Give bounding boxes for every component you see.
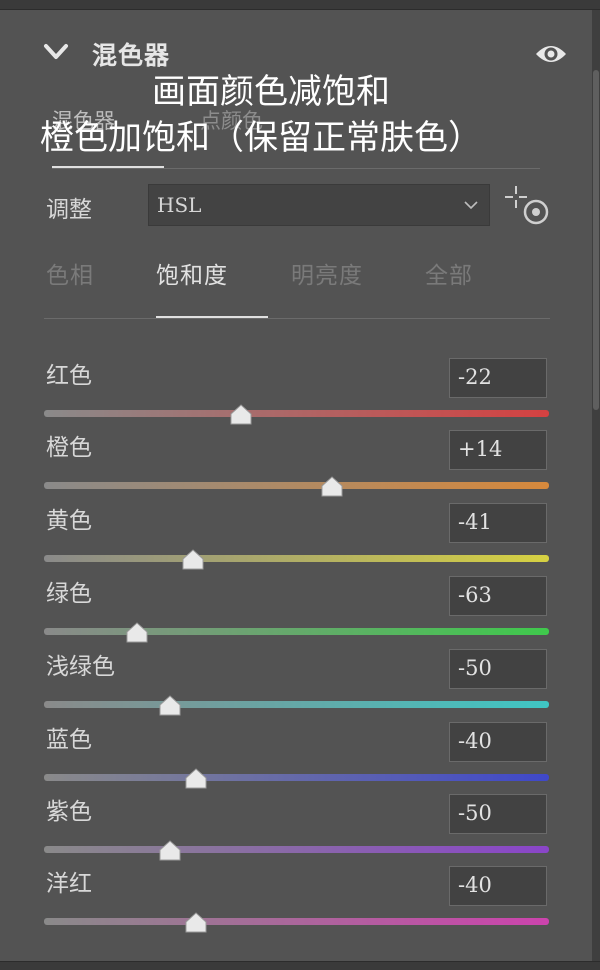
subtab-divider bbox=[44, 318, 550, 319]
tab-divider bbox=[52, 168, 540, 169]
slider-value-text: -41 bbox=[458, 510, 492, 534]
adjust-dropdown-value: HSL bbox=[157, 193, 202, 217]
slider-label: 黄色 bbox=[46, 508, 92, 534]
slider-label: 橙色 bbox=[46, 435, 92, 461]
slider-value-text: -22 bbox=[458, 365, 492, 389]
slider-value-text: -40 bbox=[458, 873, 492, 897]
slider-label: 红色 bbox=[46, 363, 92, 389]
subtab-luminance[interactable]: 明亮度 bbox=[291, 256, 363, 290]
slider-thumb[interactable] bbox=[183, 768, 209, 790]
slider-value-input[interactable]: -63 bbox=[449, 576, 547, 616]
overlay-caption-line2: 橙色加饱和（保留正常肤色） bbox=[40, 118, 482, 158]
slider-thumb[interactable] bbox=[157, 840, 183, 862]
slider-track[interactable] bbox=[44, 555, 549, 562]
chevron-down-icon[interactable] bbox=[42, 40, 70, 64]
slider-value-input[interactable]: -40 bbox=[449, 722, 547, 762]
slider-value-text: -50 bbox=[458, 801, 492, 825]
slider-row-green: 绿色 -63 bbox=[0, 576, 600, 652]
panel-top-border bbox=[0, 0, 600, 10]
slider-value-text: -40 bbox=[458, 729, 492, 753]
slider-value-input[interactable]: -40 bbox=[449, 866, 547, 906]
slider-label: 蓝色 bbox=[46, 727, 92, 753]
slider-row-magenta: 洋红 -40 bbox=[0, 866, 600, 942]
slider-value-text: -63 bbox=[458, 583, 492, 607]
slider-value-input[interactable]: -50 bbox=[449, 794, 547, 834]
slider-thumb[interactable] bbox=[228, 404, 254, 426]
slider-track[interactable] bbox=[44, 846, 549, 853]
slider-value-input[interactable]: +14 bbox=[449, 430, 547, 470]
slider-track[interactable] bbox=[44, 482, 549, 489]
dropdown-caret-icon bbox=[464, 201, 478, 210]
subtab-hue[interactable]: 色相 bbox=[46, 256, 94, 290]
slider-thumb[interactable] bbox=[183, 912, 209, 934]
slider-track[interactable] bbox=[44, 701, 549, 708]
overlay-caption-line1: 画面颜色减饱和 bbox=[152, 72, 390, 112]
slider-row-aqua: 浅绿色 -50 bbox=[0, 649, 600, 725]
slider-thumb[interactable] bbox=[157, 695, 183, 717]
slider-thumb[interactable] bbox=[124, 622, 150, 644]
slider-thumb[interactable] bbox=[180, 549, 206, 571]
slider-row-purple: 紫色 -50 bbox=[0, 794, 600, 870]
slider-value-input[interactable]: -50 bbox=[449, 649, 547, 689]
slider-value-input[interactable]: -41 bbox=[449, 503, 547, 543]
adjust-dropdown[interactable]: HSL bbox=[148, 184, 490, 226]
slider-value-text: -50 bbox=[458, 656, 492, 680]
slider-label: 紫色 bbox=[46, 799, 92, 825]
slider-row-red: 红色 -22 bbox=[0, 358, 600, 434]
slider-value-text: +14 bbox=[458, 437, 503, 461]
slider-track[interactable] bbox=[44, 628, 549, 635]
scroll-thumb[interactable] bbox=[593, 70, 599, 410]
slider-track[interactable] bbox=[44, 774, 549, 781]
panel-bottom-border bbox=[0, 961, 600, 970]
slider-value-input[interactable]: -22 bbox=[449, 358, 547, 398]
slider-row-blue: 蓝色 -40 bbox=[0, 722, 600, 798]
slider-track[interactable] bbox=[44, 410, 549, 417]
slider-label: 浅绿色 bbox=[46, 654, 115, 680]
adjust-label: 调整 bbox=[46, 197, 92, 223]
slider-row-orange: 橙色 +14 bbox=[0, 430, 600, 506]
eye-icon[interactable] bbox=[534, 40, 568, 68]
slider-thumb[interactable] bbox=[319, 476, 345, 498]
slider-track[interactable] bbox=[44, 918, 549, 925]
targeted-adjustment-icon[interactable] bbox=[502, 184, 554, 228]
subtab-all[interactable]: 全部 bbox=[425, 256, 473, 290]
slider-label: 绿色 bbox=[46, 581, 92, 607]
slider-row-yellow: 黄色 -41 bbox=[0, 503, 600, 579]
subtab-saturation[interactable]: 饱和度 bbox=[156, 256, 228, 290]
slider-label: 洋红 bbox=[46, 871, 92, 897]
